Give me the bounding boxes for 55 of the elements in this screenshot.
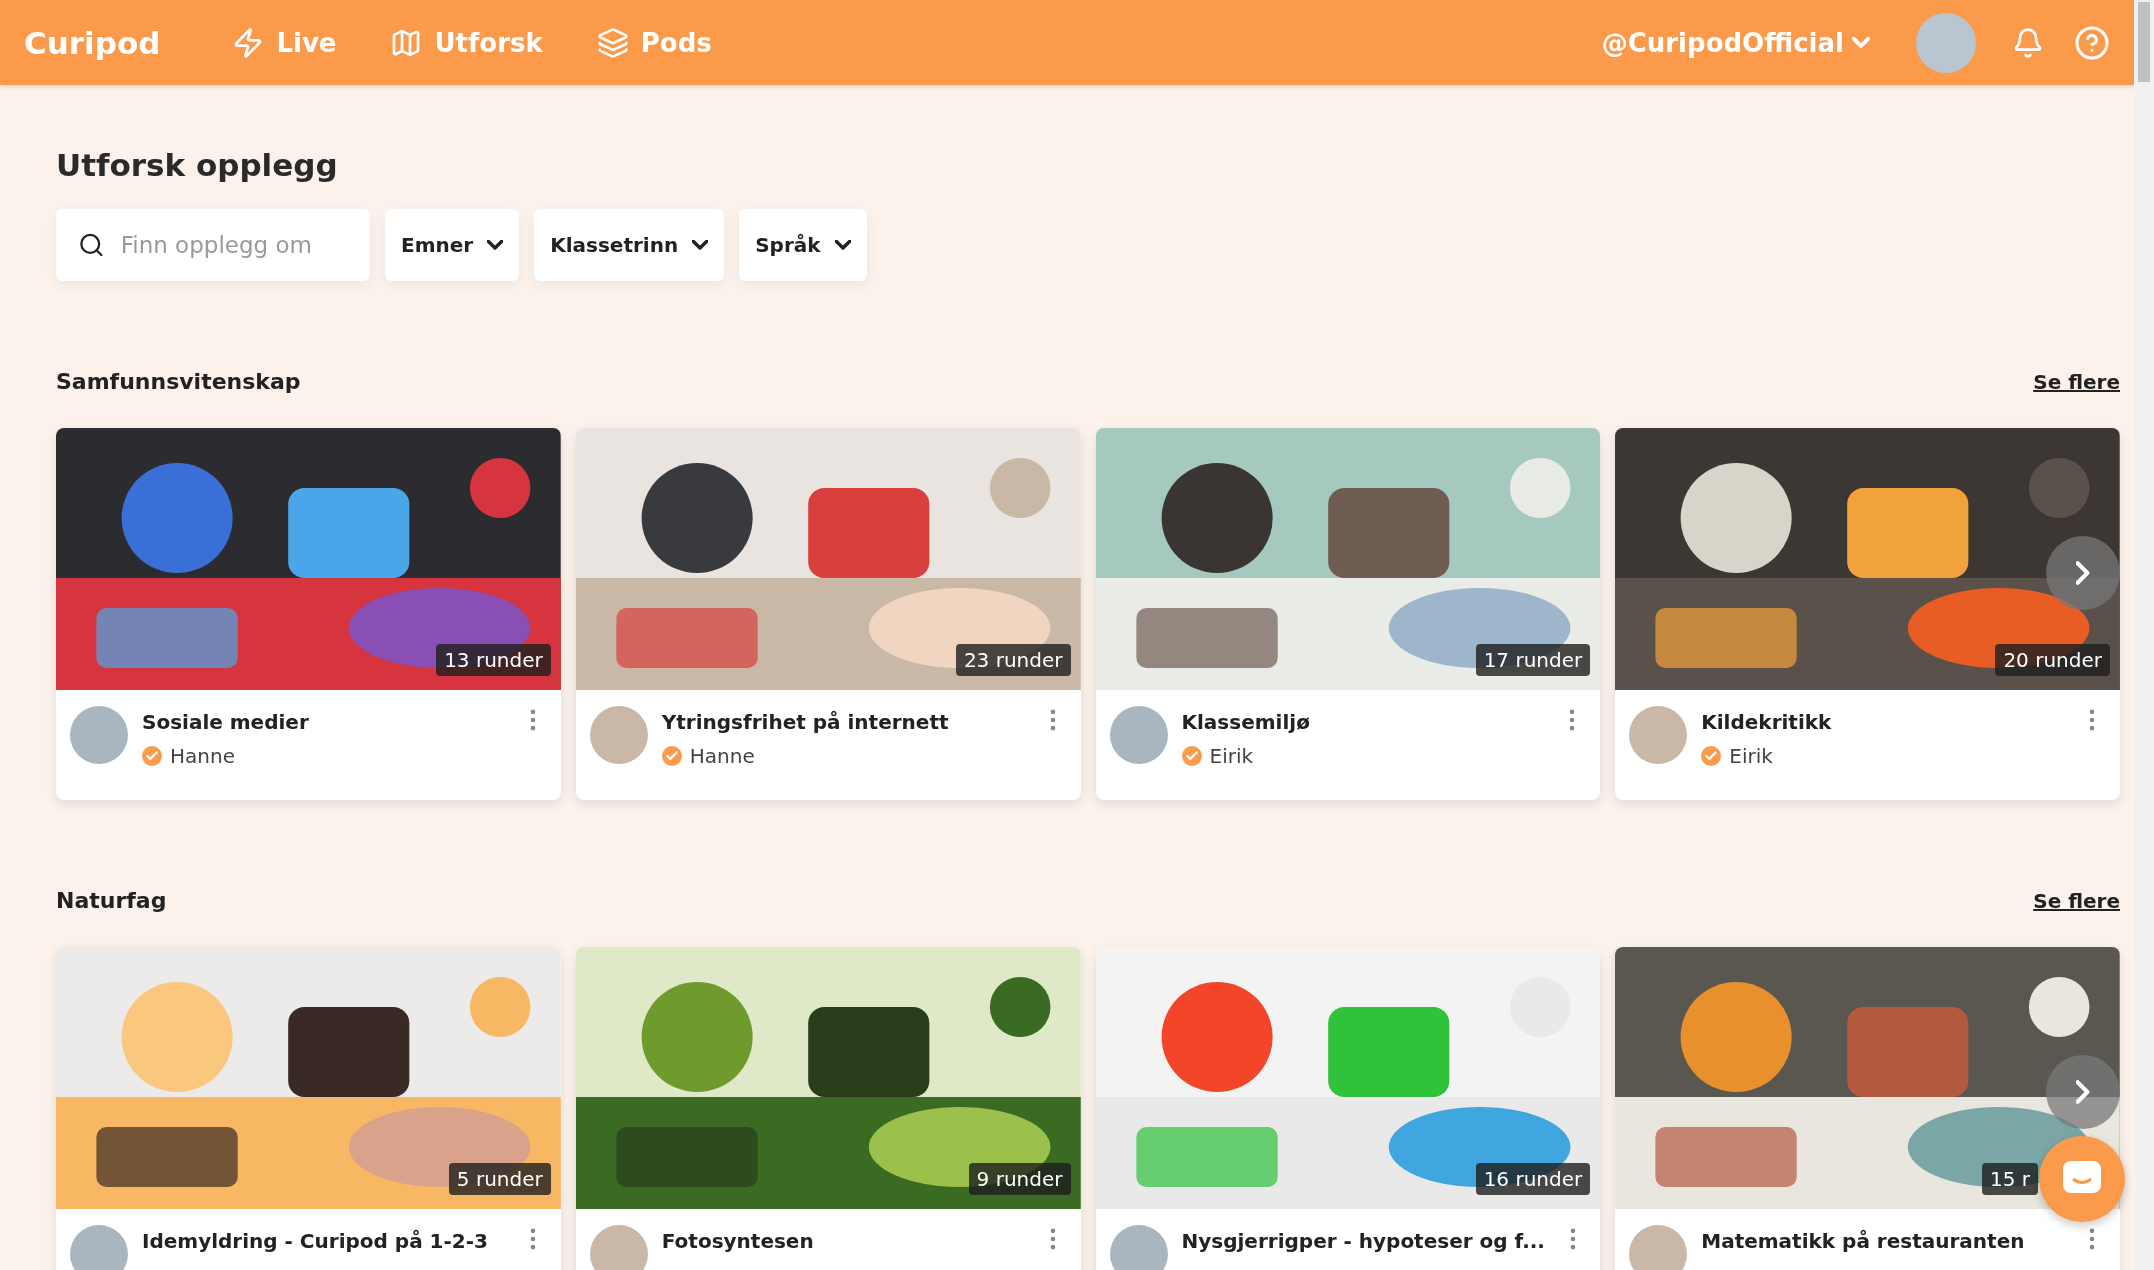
lesson-card[interactable]: 5 runder Idemyldring - Curipod på 1-2-3 <box>56 947 561 1270</box>
verified-icon <box>1701 746 1722 766</box>
verified-icon <box>142 746 162 766</box>
rounds-badge: 23 runder <box>955 644 1071 676</box>
scrollbar-thumb[interactable] <box>2138 2 2150 82</box>
rounds-badge: 17 runder <box>1475 644 1591 676</box>
avatar <box>589 1225 648 1270</box>
rounds-badge: 5 runder <box>448 1163 551 1195</box>
lesson-card[interactable]: 23 runder Ytringsfrihet på internett Hanne <box>575 428 1081 800</box>
lesson-card[interactable]: 20 runder Kildekritikk Eirik <box>1615 428 2120 800</box>
chevron-right-icon <box>2076 561 2090 585</box>
rounds-badge: 15 r <box>1981 1163 2038 1195</box>
verified-icon <box>661 746 682 766</box>
chevron-right-icon <box>2076 1080 2090 1104</box>
section-title: Naturfag <box>56 888 167 913</box>
author-name: Eirik <box>1209 744 1254 768</box>
see-more-link[interactable]: Se flere <box>2033 888 2120 913</box>
card-title: Klassemiljø <box>1181 710 1311 734</box>
avatar <box>1629 1225 1688 1270</box>
rounds-badge: 9 runder <box>968 1163 1071 1195</box>
section-title: Samfunnsvitenskap <box>56 369 301 394</box>
author-name: Hanne <box>689 744 755 768</box>
card-title: Sosiale medier <box>142 710 310 734</box>
card-title: Kildekritikk <box>1701 710 1833 734</box>
filter-dropdown[interactable]: Språk <box>739 209 867 281</box>
chevron-down-icon <box>1852 37 1870 48</box>
author-name: Hanne <box>170 744 235 768</box>
page-title: Utforsk opplegg <box>56 147 339 183</box>
rounds-badge: 13 runder <box>436 644 551 676</box>
lesson-card[interactable]: 9 runder Fotosyntesen <box>575 947 1081 1270</box>
rounds-badge: 20 runder <box>1995 644 2110 676</box>
lesson-card[interactable]: 17 runder Klassemiljø Eirik <box>1095 428 1601 800</box>
lesson-card[interactable]: 13 runder Sosiale medier Hanne <box>56 428 561 800</box>
search-field[interactable]: Finn opplegg om <box>56 209 370 281</box>
avatar <box>70 1225 128 1270</box>
rounds-badge: 16 runder <box>1475 1163 1591 1195</box>
filter-dropdown[interactable]: Emner <box>385 209 520 281</box>
help-button[interactable] <box>2074 24 2110 61</box>
card-title: Ytringsfrihet på internett <box>661 710 950 734</box>
card-title: Idemyldring - Curipod på 1-2-3 <box>142 1229 489 1253</box>
lesson-card[interactable]: 15 r Matematikk på restauranten <box>1615 947 2120 1270</box>
see-more-link[interactable]: Se flere <box>2033 369 2120 394</box>
avatar <box>1109 1225 1168 1270</box>
author-name: Eirik <box>1729 744 1773 768</box>
card-title: Matematikk på restauranten <box>1701 1229 2026 1253</box>
chevron-down-icon <box>834 240 851 250</box>
stack-icon <box>596 26 629 59</box>
verified-icon <box>1181 746 1202 766</box>
filter-dropdown[interactable]: Klassetrinn <box>534 209 725 281</box>
lesson-card[interactable]: 16 runder Nysgjerrigper - hypoteser og f... <box>1095 947 1601 1270</box>
notification-button[interactable] <box>2012 26 2044 59</box>
chevron-down-icon <box>692 240 709 250</box>
chevron-down-icon <box>487 240 504 250</box>
card-title: Nysgjerrigper - hypoteser og f... <box>1181 1229 1545 1253</box>
card-title: Fotosyntesen <box>661 1229 815 1253</box>
